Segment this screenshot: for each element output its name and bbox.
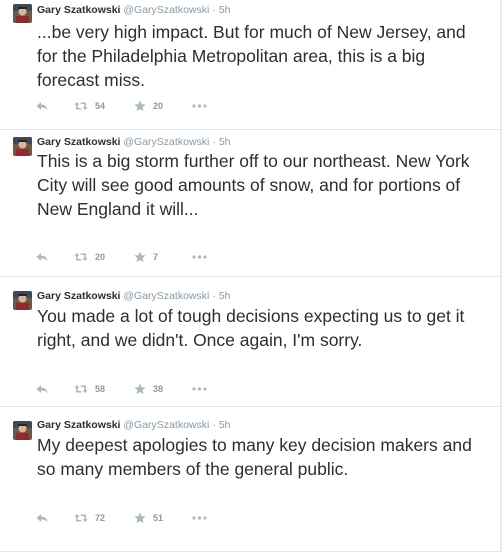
- more-icon: [192, 104, 207, 108]
- reply-button[interactable]: [36, 252, 74, 262]
- more-button[interactable]: [192, 516, 207, 520]
- tweet-actions: 72 51: [36, 511, 207, 525]
- reply-icon: [36, 253, 48, 261]
- retweet-icon: [74, 253, 88, 261]
- tweet-text: You made a lot of tough decisions expect…: [37, 306, 465, 350]
- star-icon: [134, 383, 146, 395]
- retweet-icon: [74, 102, 88, 110]
- author-name[interactable]: Gary Szatkowski: [37, 419, 120, 431]
- author-name[interactable]: Gary Szatkowski: [37, 136, 120, 148]
- favorite-count: 7: [153, 252, 159, 262]
- more-icon: [192, 387, 207, 391]
- avatar[interactable]: [13, 4, 32, 23]
- reply-button[interactable]: [36, 513, 74, 523]
- favorite-button[interactable]: 20: [134, 100, 192, 112]
- author-name[interactable]: Gary Szatkowski: [37, 290, 120, 302]
- author-handle[interactable]: @GarySzatkowski: [123, 4, 209, 16]
- tweet-time[interactable]: 5h: [219, 290, 231, 302]
- separator: ·: [212, 419, 216, 431]
- reply-button[interactable]: [36, 101, 74, 111]
- retweet-icon: [74, 385, 88, 393]
- reply-icon: [36, 102, 48, 110]
- tweet[interactable]: Gary Szatkowski @GarySzatkowski · 5h My de…: [0, 407, 502, 552]
- retweet-button[interactable]: 54: [74, 101, 134, 111]
- tweet-time[interactable]: 5h: [219, 4, 231, 16]
- author-handle[interactable]: @GarySzatkowski: [123, 419, 209, 431]
- favorite-count: 20: [153, 101, 164, 111]
- tweet[interactable]: Gary Szatkowski @GarySzatkowski · 5h This …: [0, 130, 502, 277]
- tweet-header: Gary Szatkowski @GarySzatkowski · 5h: [37, 136, 231, 148]
- avatar[interactable]: [13, 137, 32, 156]
- more-button[interactable]: [192, 255, 207, 259]
- retweet-count: 20: [95, 252, 106, 262]
- favorite-count: 51: [153, 513, 164, 523]
- author-handle[interactable]: @GarySzatkowski: [123, 136, 209, 148]
- star-icon: [134, 100, 146, 112]
- tweet-header: Gary Szatkowski @GarySzatkowski · 5h: [37, 4, 231, 16]
- tweet-header: Gary Szatkowski @GarySzatkowski · 5h: [37, 419, 231, 431]
- tweet-timeline: Gary Szatkowski @GarySzatkowski · 5h ...be…: [0, 0, 502, 552]
- tweet[interactable]: Gary Szatkowski @GarySzatkowski · 5h ...be…: [0, 0, 502, 130]
- tweet-actions: 58 38: [36, 382, 207, 396]
- tweet-actions: 20 7: [36, 250, 207, 264]
- avatar[interactable]: [13, 291, 32, 310]
- more-icon: [192, 516, 207, 520]
- separator: ·: [212, 136, 216, 148]
- star-icon: [134, 251, 146, 263]
- star-icon: [134, 512, 146, 524]
- retweet-button[interactable]: 72: [74, 513, 134, 523]
- reply-icon: [36, 514, 48, 522]
- reply-button[interactable]: [36, 384, 74, 394]
- retweet-count: 58: [95, 384, 106, 394]
- favorite-count: 38: [153, 384, 164, 394]
- tweet[interactable]: Gary Szatkowski @GarySzatkowski · 5h You m…: [0, 277, 502, 407]
- tweet-text: ...be very high impact. But for much of …: [37, 22, 466, 90]
- tweet-text: This is a big storm further off to our n…: [37, 151, 470, 219]
- tweet-header: Gary Szatkowski @GarySzatkowski · 5h: [37, 290, 231, 302]
- tweet-time[interactable]: 5h: [219, 419, 231, 431]
- retweet-icon: [74, 514, 88, 522]
- favorite-button[interactable]: 51: [134, 512, 192, 524]
- retweet-button[interactable]: 58: [74, 384, 134, 394]
- tweet-actions: 54 20: [36, 99, 207, 113]
- more-button[interactable]: [192, 104, 207, 108]
- separator: ·: [212, 4, 216, 16]
- retweet-count: 54: [95, 101, 106, 111]
- retweet-button[interactable]: 20: [74, 252, 134, 262]
- author-name[interactable]: Gary Szatkowski: [37, 4, 120, 16]
- tweet-time[interactable]: 5h: [219, 136, 231, 148]
- more-icon: [192, 255, 207, 259]
- favorite-button[interactable]: 7: [134, 251, 192, 263]
- tweet-text: My deepest apologies to many key decisio…: [37, 435, 472, 479]
- author-handle[interactable]: @GarySzatkowski: [123, 290, 209, 302]
- favorite-button[interactable]: 38: [134, 383, 192, 395]
- separator: ·: [212, 290, 216, 302]
- reply-icon: [36, 385, 48, 393]
- more-button[interactable]: [192, 387, 207, 391]
- avatar[interactable]: [13, 421, 32, 440]
- retweet-count: 72: [95, 513, 106, 523]
